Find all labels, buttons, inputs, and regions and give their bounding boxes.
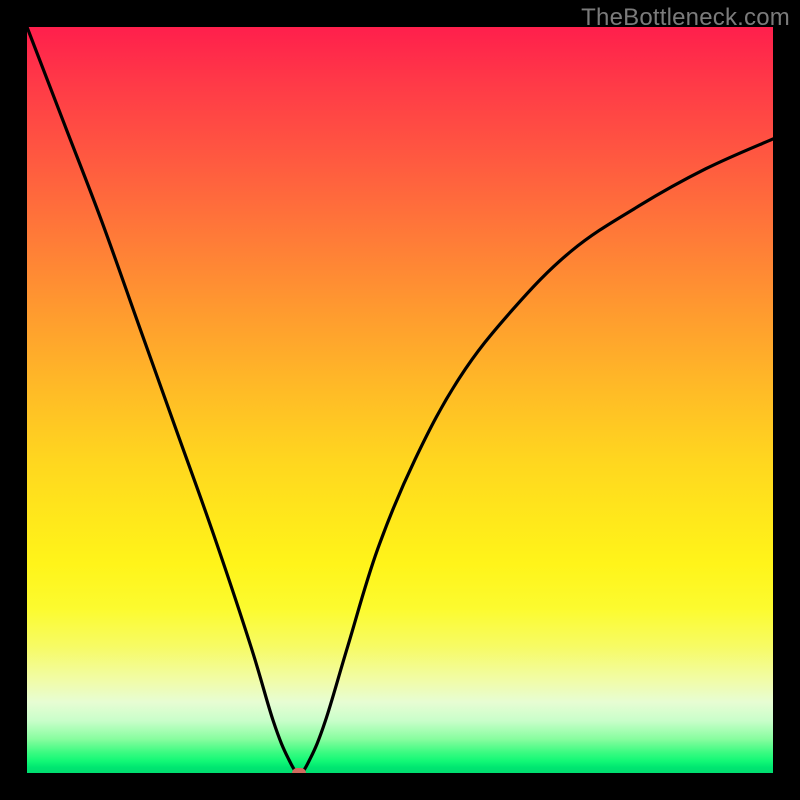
watermark-text: TheBottleneck.com: [581, 4, 790, 32]
curve-path: [27, 27, 773, 773]
curve-svg: [27, 27, 773, 773]
plot-area: [27, 27, 773, 773]
chart-frame: TheBottleneck.com: [0, 0, 800, 800]
bottleneck-marker: [292, 768, 306, 773]
